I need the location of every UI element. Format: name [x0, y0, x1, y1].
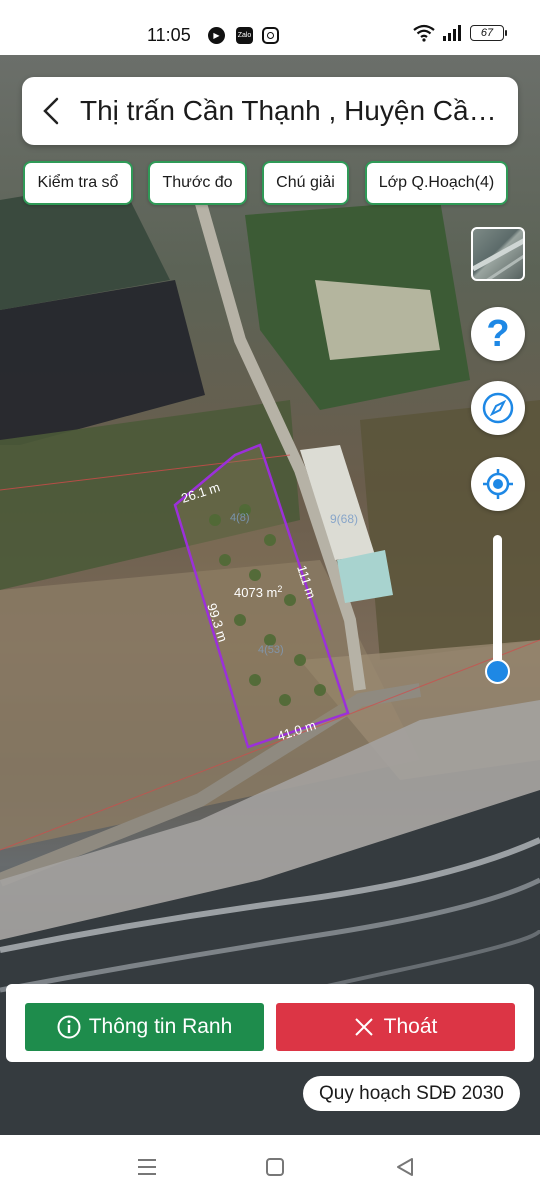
boundary-info-label: Thông tin Ranh [88, 1015, 233, 1038]
location-header: Thị trấn Cần Thạnh , Huyện Cần ... [22, 77, 518, 145]
back-nav-button[interactable] [393, 1155, 417, 1179]
home-square-icon [266, 1158, 284, 1176]
help-icon: ? [486, 312, 510, 355]
system-nav-bar [0, 1135, 540, 1200]
compass-icon [482, 392, 514, 424]
back-arrow-icon [43, 97, 59, 125]
planning-layer-button[interactable]: Lớp Q.Hoạch(4) [365, 161, 508, 205]
status-bar: 11:05 ▶ Zalo 67 [0, 0, 540, 55]
exit-button[interactable]: Thoát [276, 1003, 515, 1051]
measure-button[interactable]: Thước đo [148, 161, 247, 205]
close-icon [354, 1018, 373, 1036]
locate-icon [483, 469, 513, 499]
check-title-button[interactable]: Kiểm tra sổ [23, 161, 133, 205]
instagram-icon [262, 27, 279, 44]
play-icon: ▶ [208, 27, 225, 44]
legend-button[interactable]: Chú giải [262, 161, 349, 205]
status-indicators: 67 [412, 24, 507, 42]
layer-thumbnail-icon [473, 238, 523, 279]
back-button[interactable] [22, 77, 80, 145]
planning-badge[interactable]: Quy hoạch SDĐ 2030 [303, 1076, 520, 1111]
help-button[interactable]: ? [471, 307, 525, 361]
info-icon [57, 1015, 81, 1039]
zalo-icon: Zalo [236, 27, 253, 44]
action-panel: Thông tin Ranh Thoát [6, 984, 534, 1062]
map-plot-label-3: 4(53) [258, 644, 284, 656]
zoom-slider-knob[interactable] [485, 659, 510, 684]
status-time: 11:05 [147, 25, 191, 45]
home-button[interactable] [263, 1155, 287, 1179]
map-imagery: 26.1 m 111 m 99.3 m 41.0 m 4073 m2 4(8) … [0, 180, 540, 1135]
map-layer-switch-button[interactable] [471, 227, 525, 281]
back-triangle-icon [397, 1158, 413, 1176]
recent-apps-button[interactable] [135, 1155, 159, 1179]
map-plot-label-2: 9(68) [330, 512, 358, 526]
zoom-slider-track[interactable] [493, 535, 502, 672]
boundary-info-button[interactable]: Thông tin Ranh [25, 1003, 264, 1051]
menu-icon [138, 1159, 156, 1175]
battery-indicator: 67 [470, 25, 507, 41]
compass-button[interactable] [471, 381, 525, 435]
parcel-area-label: 4073 m2 [234, 584, 282, 600]
signal-icon [443, 25, 461, 41]
exit-label: Thoát [383, 1015, 438, 1038]
wifi-icon [413, 24, 435, 42]
my-location-button[interactable] [471, 457, 525, 511]
map-plot-label-1: 4(8) [230, 512, 250, 524]
location-title: Thị trấn Cần Thạnh , Huyện Cần ... [80, 95, 512, 126]
satellite-map[interactable]: 26.1 m 111 m 99.3 m 41.0 m 4073 m2 4(8) … [0, 55, 540, 1135]
